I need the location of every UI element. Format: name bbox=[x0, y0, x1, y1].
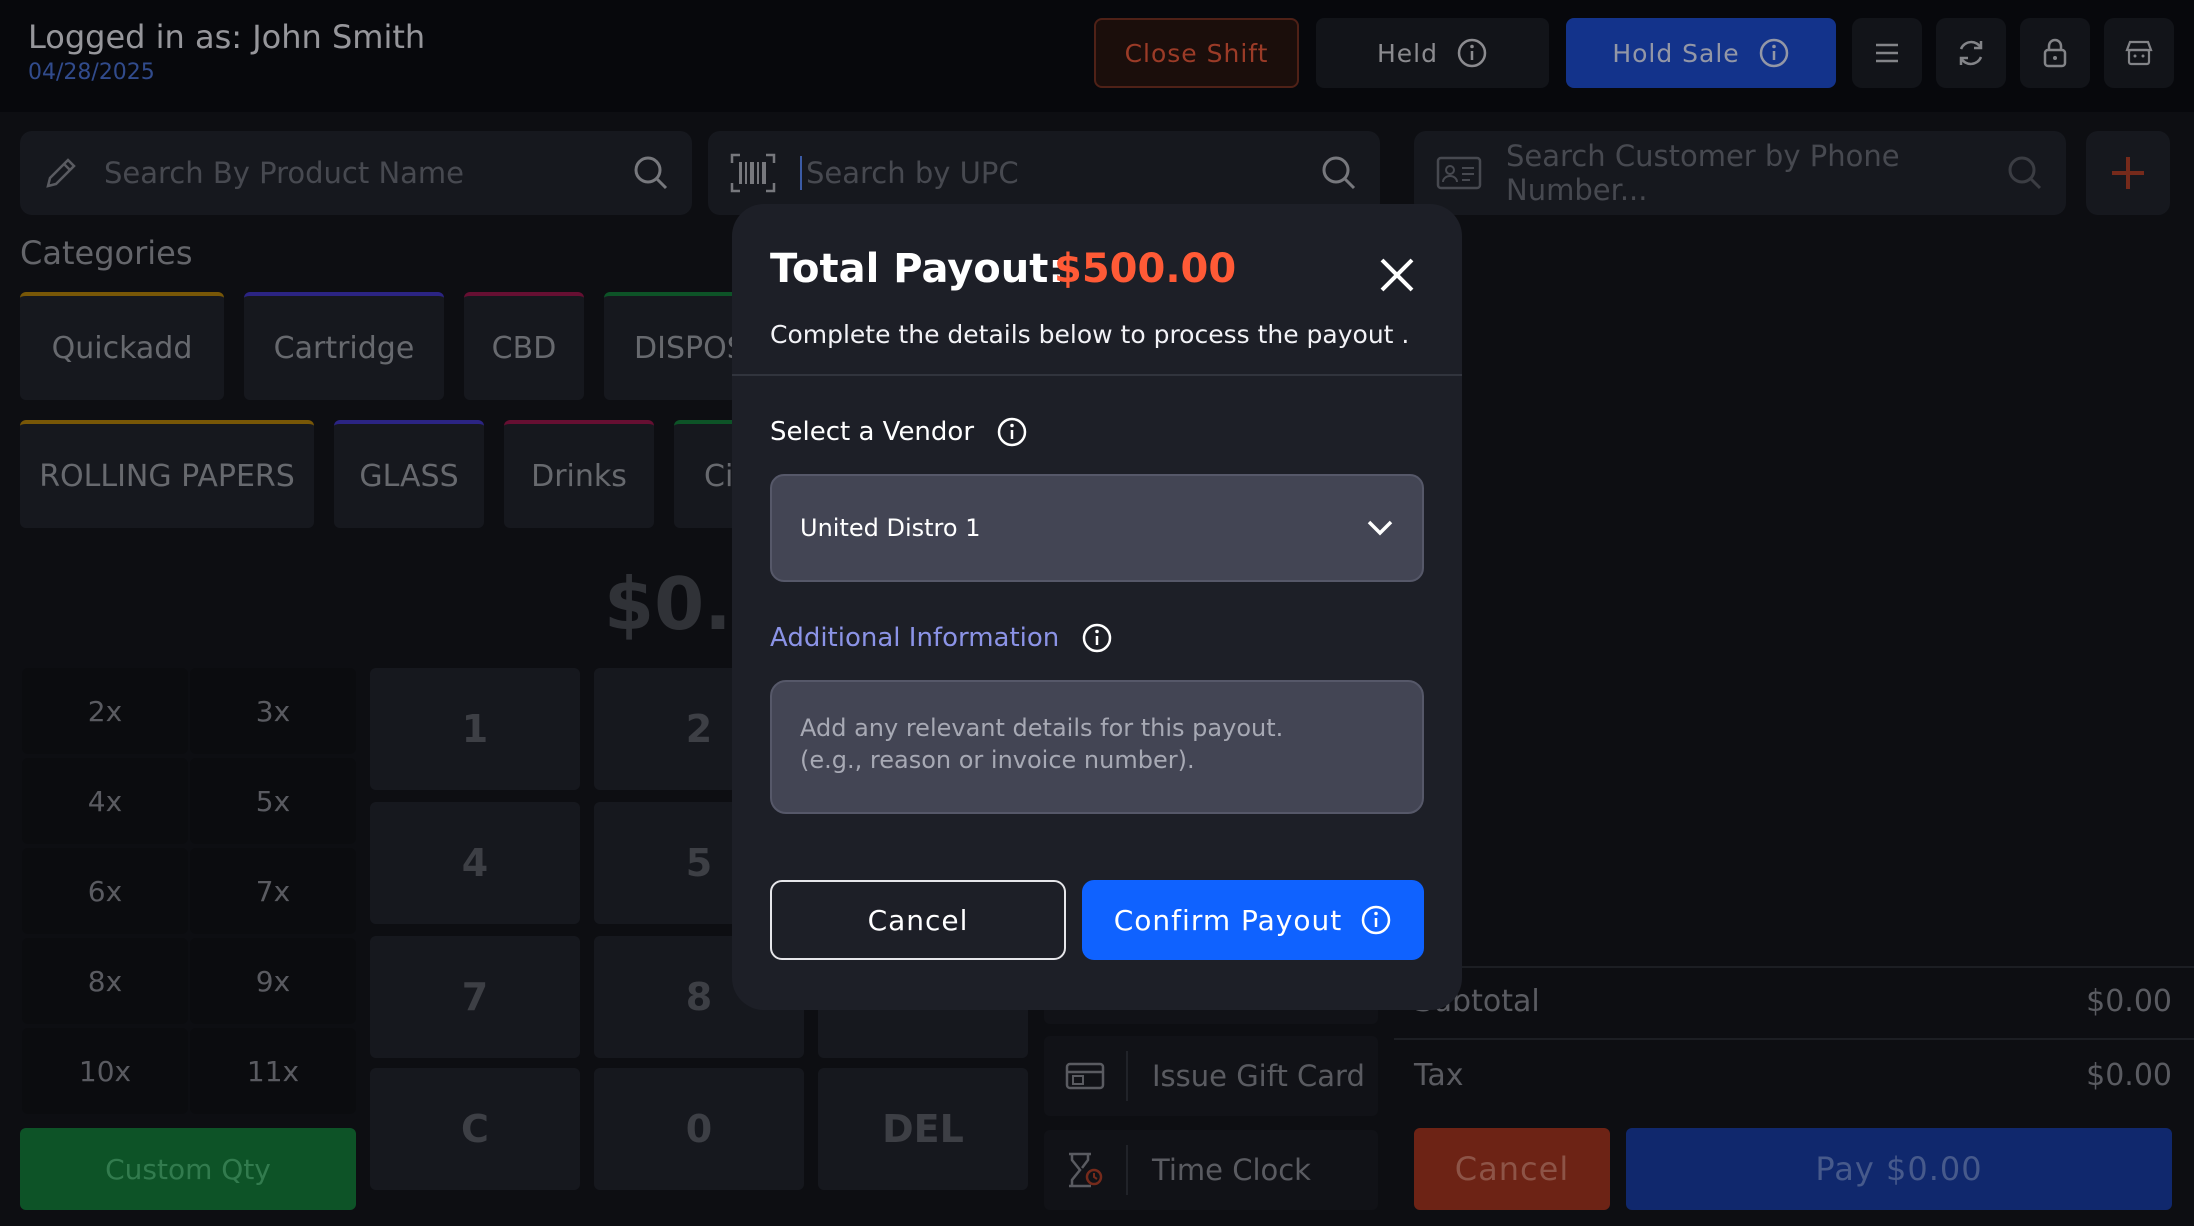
info-icon[interactable] bbox=[1081, 622, 1113, 654]
vendor-selected-value: United Distro 1 bbox=[800, 514, 981, 542]
vendor-label-row: Select a Vendor bbox=[770, 416, 1028, 448]
modal-cancel-label: Cancel bbox=[867, 903, 969, 937]
confirm-payout-label: Confirm Payout bbox=[1113, 903, 1343, 937]
modal-title: Total Payout: bbox=[770, 246, 1065, 292]
additional-info-textarea[interactable]: Add any relevant details for this payout… bbox=[770, 680, 1424, 814]
info-label-row: Additional Information bbox=[770, 622, 1113, 654]
modal-close-button[interactable] bbox=[1372, 250, 1422, 300]
info-icon bbox=[1361, 905, 1391, 935]
additional-info-label: Additional Information bbox=[770, 623, 1060, 653]
vendor-label: Select a Vendor bbox=[770, 417, 975, 447]
payout-amount: $500.00 bbox=[1054, 246, 1237, 292]
payout-modal: Total Payout: $500.00 Complete the detai… bbox=[732, 204, 1462, 1010]
modal-cancel-button[interactable]: Cancel bbox=[770, 880, 1066, 960]
close-icon bbox=[1380, 258, 1414, 292]
vendor-select[interactable]: United Distro 1 bbox=[770, 474, 1424, 582]
modal-subtitle: Complete the details below to process th… bbox=[770, 320, 1410, 349]
modal-divider bbox=[732, 374, 1462, 376]
info-icon[interactable] bbox=[996, 416, 1028, 448]
chevron-down-icon bbox=[1367, 520, 1393, 536]
confirm-payout-button[interactable]: Confirm Payout bbox=[1082, 880, 1424, 960]
